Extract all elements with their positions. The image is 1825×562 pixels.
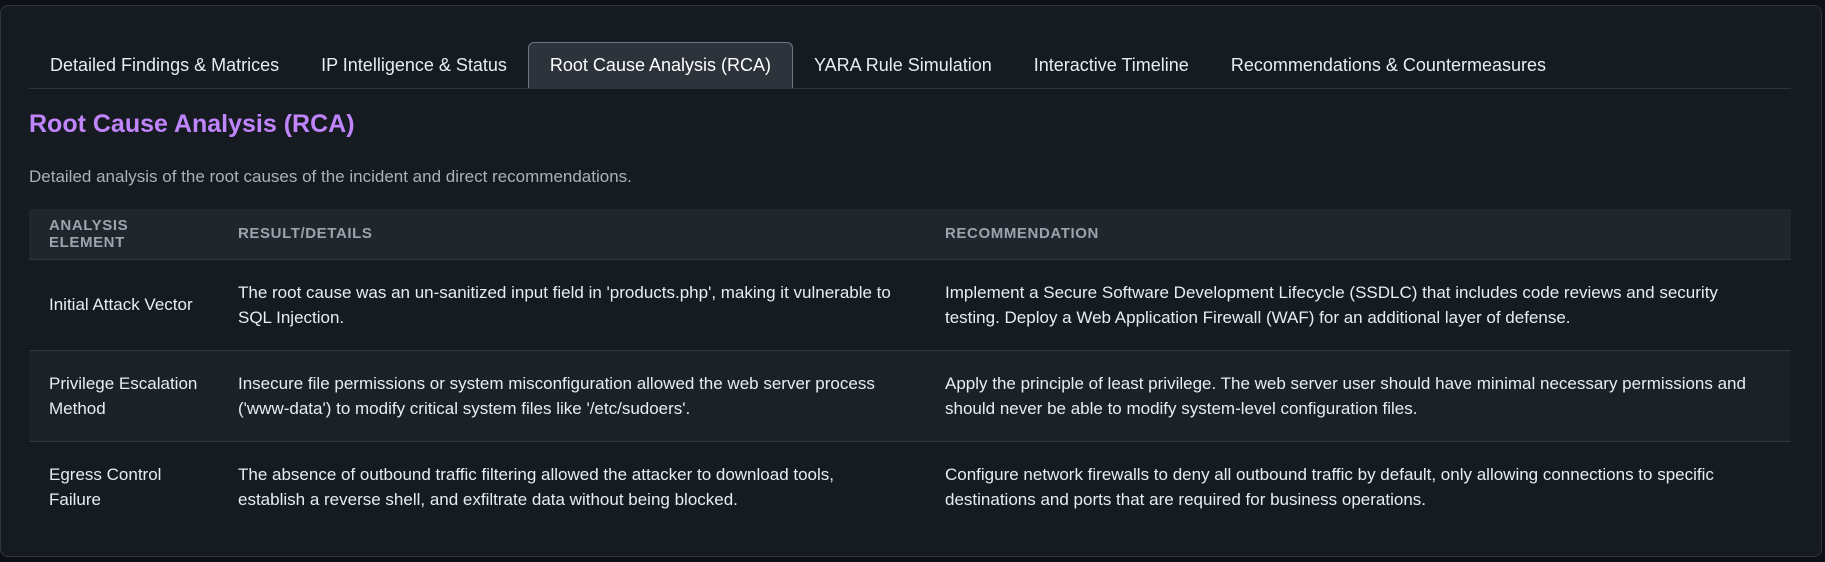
cell-analysis-element: Egress Control Failure: [49, 464, 162, 509]
tab-recommendations[interactable]: Recommendations & Countermeasures: [1210, 42, 1567, 88]
table-header-row: ANALYSIS ELEMENT RESULT/DETAILS RECOMMEN…: [29, 209, 1791, 260]
tab-bar: Detailed Findings & Matrices IP Intellig…: [29, 36, 1791, 89]
cell-result-details: The root cause was an un-sanitized input…: [238, 282, 891, 327]
tab-interactive-timeline[interactable]: Interactive Timeline: [1013, 42, 1210, 88]
cell-recommendation: Implement a Secure Software Development …: [945, 282, 1718, 327]
rca-panel: Detailed Findings & Matrices IP Intellig…: [0, 5, 1822, 557]
section-description: Detailed analysis of the root causes of …: [29, 167, 632, 186]
tab-ip-intelligence[interactable]: IP Intelligence & Status: [300, 42, 528, 88]
cell-recommendation: Configure network firewalls to deny all …: [945, 464, 1714, 509]
cell-analysis-element: Privilege Escalation Method: [49, 373, 198, 418]
tab-root-cause-analysis[interactable]: Root Cause Analysis (RCA): [527, 42, 793, 88]
table-row: Initial Attack Vector The root cause was…: [29, 259, 1791, 350]
cell-result-details: Insecure file permissions or system misc…: [238, 373, 875, 418]
table-row: Privilege Escalation Method Insecure fil…: [29, 350, 1791, 441]
cell-recommendation: Apply the principle of least privilege. …: [945, 373, 1746, 418]
column-header-analysis-element: ANALYSIS ELEMENT: [29, 209, 218, 260]
column-header-result-details: RESULT/DETAILS: [218, 209, 925, 260]
cell-analysis-element: Initial Attack Vector: [49, 295, 193, 314]
tab-detailed-findings[interactable]: Detailed Findings & Matrices: [29, 42, 300, 88]
column-header-recommendation: RECOMMENDATION: [925, 209, 1791, 260]
section-title: Root Cause Analysis (RCA): [29, 110, 355, 138]
rca-table: ANALYSIS ELEMENT RESULT/DETAILS RECOMMEN…: [29, 209, 1791, 532]
cell-result-details: The absence of outbound traffic filterin…: [238, 464, 835, 509]
tab-yara-rule-simulation[interactable]: YARA Rule Simulation: [793, 42, 1013, 88]
table-row: Egress Control Failure The absence of ou…: [29, 441, 1791, 532]
